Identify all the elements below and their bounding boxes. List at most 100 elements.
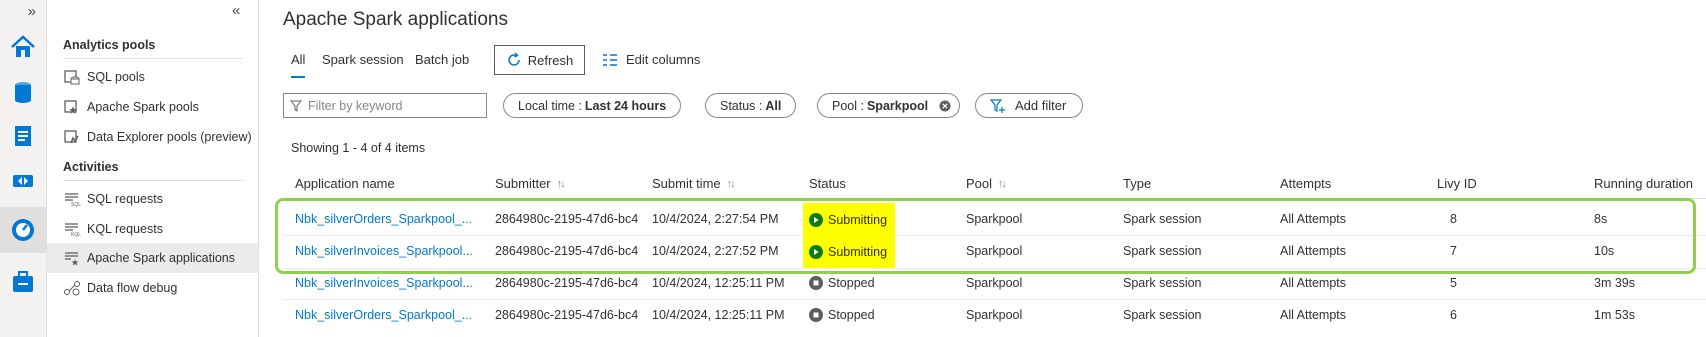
status-filter-pill[interactable]: Status : All	[705, 93, 797, 118]
local-time-filter-pill[interactable]: Local time : Last 24 hours	[503, 93, 682, 118]
attempts-cell: All Attempts	[1280, 308, 1346, 322]
pool-filter-value: Sparkpool	[866, 98, 929, 113]
row-divider	[283, 299, 1706, 300]
highlight-annotation-frame	[275, 198, 1696, 274]
svg-text:SQL: SQL	[71, 202, 81, 208]
column-label: Submit time	[652, 176, 721, 191]
remove-filter-icon[interactable]	[939, 100, 951, 112]
manage-icon[interactable]	[9, 268, 37, 296]
column-header-pool[interactable]: Pool ↑↓	[966, 176, 1007, 191]
edit-columns-icon	[603, 53, 617, 66]
data-icon[interactable]	[9, 78, 37, 106]
integrate-icon[interactable]	[9, 167, 37, 195]
filter-icon	[290, 100, 302, 112]
refresh-label: Refresh	[527, 52, 574, 68]
nav-item-label: Data Explorer pools (preview)	[87, 130, 252, 144]
status-filter-label: Status :	[720, 98, 763, 113]
home-icon[interactable]	[9, 33, 37, 61]
column-label: Attempts	[1280, 176, 1332, 191]
submitter-cell: 2864980c-2195-47d6-bc4	[495, 276, 639, 290]
refresh-icon	[508, 52, 520, 66]
nav-divider	[63, 180, 243, 181]
pool-filter-pill[interactable]: Pool : Sparkpool	[817, 93, 961, 118]
sort-icon: ↑↓	[998, 177, 1007, 190]
add-filter-icon	[990, 98, 1005, 113]
column-header-application-name[interactable]: Application name	[295, 176, 395, 191]
sql-pool-icon	[64, 70, 80, 85]
item-count: Showing 1 - 4 of 4 items	[291, 141, 426, 155]
kql-requests-icon: KQL	[65, 223, 81, 238]
nav-item-label: SQL requests	[87, 192, 163, 206]
sql-requests-icon: SQL	[65, 193, 81, 208]
tab-spark-session[interactable]: Spark session	[322, 52, 404, 76]
page-title: Apache Spark applications	[283, 9, 508, 30]
edit-columns-label: Edit columns	[626, 52, 701, 67]
nav-heading-activities: Activities	[63, 160, 119, 174]
sort-icon: ↑↓	[726, 177, 736, 190]
column-header-running-duration[interactable]: Running duration	[1594, 176, 1693, 191]
running-duration-cell: 1m 53s	[1594, 308, 1635, 322]
status-badge: Stopped	[809, 308, 875, 322]
nav-item-label: KQL requests	[87, 222, 163, 236]
attempts-cell: All Attempts	[1280, 276, 1346, 290]
tab-all[interactable]: All	[291, 52, 306, 78]
application-name-link[interactable]: Nbk_silverOrders_Sparkpool_...	[295, 308, 472, 322]
submit-time-cell: 10/4/2024, 12:25:11 PM	[652, 308, 785, 322]
running-duration-cell: 3m 39s	[1594, 276, 1635, 290]
nav-item-label: Apache Spark applications	[87, 251, 236, 265]
develop-icon[interactable]	[9, 122, 37, 150]
data-flow-debug-icon	[64, 281, 80, 296]
status-text: Stopped	[828, 308, 875, 322]
nav-item-kql-requests[interactable]: KQL KQL requests	[47, 214, 258, 244]
pool-filter-label: Pool :	[832, 98, 864, 113]
monitor-icon[interactable]	[9, 216, 37, 244]
submitter-cell: 2864980c-2195-47d6-bc4	[495, 308, 639, 322]
column-header-livy-id[interactable]: Livy ID	[1437, 176, 1477, 191]
keyword-filter-placeholder: Filter by keyword	[308, 98, 403, 113]
spark-pool-icon	[64, 100, 77, 114]
column-label: Status	[809, 176, 846, 191]
column-header-type[interactable]: Type	[1123, 176, 1151, 191]
tab-batch-job[interactable]: Batch job	[415, 52, 469, 76]
add-filter-button[interactable]: Add filter	[975, 93, 1084, 118]
nav-item-data-flow-debug[interactable]: Data flow debug	[47, 273, 258, 303]
column-label: Livy ID	[1437, 176, 1477, 191]
nav-item-apache-spark-pools[interactable]: Apache Spark pools	[47, 92, 258, 122]
column-header-submit-time[interactable]: Submit time ↑↓	[652, 176, 736, 191]
nav-item-apache-spark-applications[interactable]: Apache Spark applications	[47, 243, 258, 273]
type-cell: Spark session	[1123, 276, 1202, 290]
svg-text:KQL: KQL	[71, 232, 81, 238]
local-time-label: Local time :	[518, 98, 582, 113]
local-time-value: Last 24 hours	[584, 98, 667, 113]
status-text: Stopped	[828, 276, 875, 290]
status-badge: Stopped	[809, 276, 875, 290]
column-label: Pool	[966, 176, 993, 191]
pool-cell: Sparkpool	[966, 276, 1023, 290]
column-header-submitter[interactable]: Submitter ↑↓	[495, 176, 566, 191]
application-name-link[interactable]: Nbk_silverInvoices_Sparkpool...	[295, 276, 473, 290]
column-label: Application name	[295, 176, 395, 191]
add-filter-label: Add filter	[1015, 98, 1067, 113]
livy-id-cell: 6	[1450, 308, 1457, 322]
livy-id-cell: 5	[1450, 276, 1457, 290]
nav-item-label: SQL pools	[87, 70, 145, 84]
pool-cell: Sparkpool	[966, 308, 1023, 322]
collapse-nav-button[interactable]: «	[232, 2, 240, 19]
nav-item-label: Data flow debug	[87, 281, 178, 295]
sort-icon: ↑↓	[556, 177, 566, 190]
nav-item-data-explorer-pools[interactable]: Data Explorer pools (preview)	[47, 122, 258, 152]
expand-rail-button[interactable]: »	[0, 0, 46, 26]
nav-item-label: Apache Spark pools	[87, 100, 199, 114]
type-cell: Spark session	[1123, 308, 1202, 322]
nav-item-sql-pools[interactable]: SQL pools	[47, 62, 258, 92]
column-label: Running duration	[1594, 176, 1694, 191]
refresh-button[interactable]: Refresh	[494, 45, 585, 75]
column-header-status[interactable]: Status	[809, 176, 846, 191]
column-label: Type	[1123, 176, 1152, 191]
nav-heading-analytics-pools: Analytics pools	[63, 38, 156, 52]
column-header-attempts[interactable]: Attempts	[1280, 176, 1331, 191]
keyword-filter-input[interactable]: Filter by keyword	[283, 93, 487, 118]
nav-item-sql-requests[interactable]: SQL SQL requests	[47, 184, 258, 214]
status-filter-value: All	[765, 98, 782, 113]
edit-columns-button[interactable]: Edit columns	[602, 52, 700, 67]
